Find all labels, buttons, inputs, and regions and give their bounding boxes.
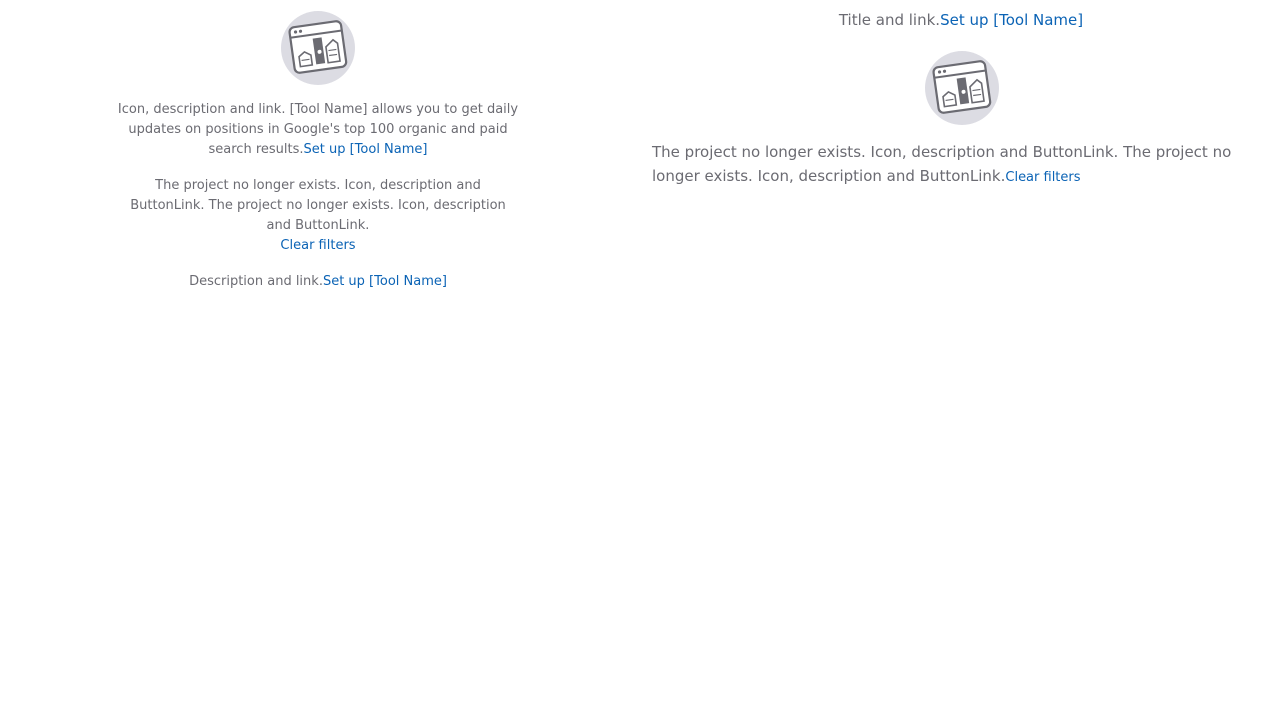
title-with-link: Title and link.Set up [Tool Name]	[651, 8, 1271, 32]
description-with-link-b: The project no longer exists. Icon, desc…	[108, 176, 528, 256]
browser-chart-illustration-icon	[925, 51, 999, 125]
page: Icon, description and link. [Tool Name] …	[0, 0, 1280, 720]
description-with-link-a: Icon, description and link. [Tool Name] …	[108, 100, 528, 160]
browser-chart-illustration-icon	[281, 11, 355, 85]
description-text: The project no longer exists. Icon, desc…	[130, 178, 506, 233]
setup-tool-link[interactable]: Set up [Tool Name]	[940, 11, 1083, 29]
title-text: Title and link.	[838, 11, 941, 29]
setup-tool-link[interactable]: Set up [Tool Name]	[304, 142, 428, 157]
empty-state-small-group: Icon, description and link. [Tool Name] …	[108, 8, 528, 292]
description-text: Description and link.	[189, 274, 323, 289]
description-with-link-large: The project no longer exists. Icon, desc…	[652, 140, 1272, 190]
clear-filters-link[interactable]: Clear filters	[280, 238, 355, 253]
setup-tool-link[interactable]: Set up [Tool Name]	[323, 274, 447, 289]
description-with-link-c: Description and link.Set up [Tool Name]	[108, 272, 528, 292]
clear-filters-link[interactable]: Clear filters	[1005, 170, 1080, 185]
description-text: The project no longer exists. Icon, desc…	[652, 143, 1232, 185]
empty-state-large-group: Title and link.Set up [Tool Name] The pr…	[652, 8, 1272, 190]
